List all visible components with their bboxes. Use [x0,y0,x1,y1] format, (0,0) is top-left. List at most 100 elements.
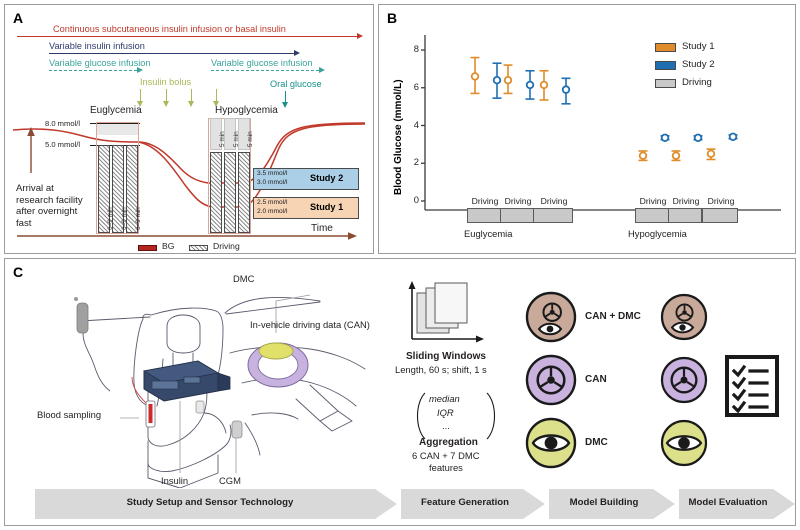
study-2-name: Study 2 [310,173,344,183]
arrow-variable-glucose-2-head [319,66,325,73]
rest-hypo-2-label: 5 min [233,131,240,147]
chart-y-tick-0: 0 [413,194,419,205]
checklist-icon [725,355,779,417]
sliding-windows-icon [408,281,484,343]
driving-bar-label-3: Driving [540,196,568,206]
label-euglycemia-phase: Euglycemia [90,105,142,116]
chart-point-study-1-hypoglycemia-1 [638,150,648,162]
chart-legend-swatch-driving [655,79,676,88]
study-1-upper: 2.5 mmol/l [257,199,288,206]
arrow-continuous-insulin-line [17,36,357,37]
figure-root: A Continuous subcutaneous insulin infusi… [0,0,800,530]
drive-eu-1-label: 6–9 min [107,207,114,230]
y-tick-8: 8.0 mmol/l [45,119,81,128]
label-can: In-vehicle driving data (CAN) [250,319,370,330]
chart-group-label-hypoglycemia: Hypoglycemia [628,228,687,239]
label-aggregation-sub-2: features [429,462,463,473]
chart-legend-swatch-study-1 [655,43,676,52]
panel-a: A Continuous subcutaneous insulin infusi… [4,4,374,254]
eval-icon-can [660,356,708,404]
chart-y-tick-3: 6 [413,80,419,92]
eval-icon-can-dmc [660,293,708,341]
legend-a-bg-label: BG [162,241,175,251]
label-arrival: Arrival at research facility after overn… [16,183,83,229]
panel-b: B Blood Glucose (mmol/L) 0 2 4 6 8 Drivi… [378,4,796,254]
eval-icon-dmc [660,419,708,467]
chart-point-study-1-hypoglycemia-3 [706,148,716,161]
label-agg-iqr: IQR [437,407,454,418]
driving-bar-1 [467,208,501,223]
label-insulin-bolus: Insulin bolus [140,77,192,87]
driving-bar-3 [533,208,573,223]
panel-a-letter: A [13,10,24,26]
rest-hypo-3-label: 5 min [247,131,254,147]
arrow-bolus-2-head [162,101,169,107]
chart-point-study-1-euglycemia-1 [470,56,480,95]
label-variable-glucose-1: Variable glucose infusion [49,58,151,68]
panel-c: C DMC In-vehicle driving data (CAN) Bloo… [4,258,796,526]
ribbon-label-model-building: Model Building [569,497,639,508]
chart-y-tick-4: 8 [413,43,419,54]
label-sliding-windows: Sliding Windows [406,351,486,362]
model-icon-can-dmc [525,291,577,343]
drive-box-hypo-3 [238,152,250,233]
driving-bar-4 [635,208,669,223]
study-2-upper: 3.5 mmol/l [257,170,288,177]
label-agg-ellipsis: ... [442,420,450,431]
legend-a-driving-swatch [189,245,208,251]
driving-bar-label-6: Driving [707,196,735,206]
chart-point-study-1-euglycemia-3 [539,69,549,101]
arrow-bolus-3-head [187,101,194,107]
drive-box-hypo-1 [210,152,222,233]
arrow-variable-glucose-1-line [49,70,137,71]
legend-a-driving-label: Driving [213,241,240,251]
label-agg-median: median [429,393,460,404]
model-icon-dmc [525,417,577,469]
vehicle-illustration [74,294,366,488]
arrow-oral-glucose-head [281,102,288,108]
chart-point-study-2-hypoglycemia-1 [660,133,670,142]
label-insulin: Insulin [161,475,189,486]
label-variable-glucose-2: Variable glucose infusion [211,58,313,68]
legend-a-bg-swatch [138,245,157,251]
driving-bar-5 [668,208,702,223]
driving-bar-2 [500,208,534,223]
label-sliding-windows-sub: Length, 60 s; shift, 1 s [395,364,487,375]
label-blood-sampling: Blood sampling [37,409,102,420]
chart-point-study-1-euglycemia-2 [503,64,513,95]
ribbon-label-feature-generation: Feature Generation [421,497,509,508]
drive-box-hypo-2 [224,152,236,233]
label-hypoglycemia-phase: Hypoglycemia [215,105,278,116]
driving-bar-6 [702,208,738,223]
study-2-lower: 3.0 mmol/l [257,179,288,186]
arrow-continuous-insulin-head [357,32,363,39]
study-1-name: Study 1 [310,202,344,212]
chart-point-study-2-euglycemia-3 [561,77,571,105]
chart-point-study-2-euglycemia-2 [525,69,535,100]
label-aggregation-sub-1: 6 CAN + 7 DMC [412,450,480,461]
arrow-variable-insulin-head [294,49,300,56]
chart-y-tick-1: 2 [413,156,419,168]
ribbon-label-study-setup: Study Setup and Sensor Technology [126,497,294,508]
chart-point-study-2-hypoglycemia-3 [728,132,738,142]
drive-eu-2-label: 6–9 min [121,207,128,230]
chart-legend-label-driving: Driving [682,77,712,88]
chart-point-study-1-hypoglycemia-2 [671,150,681,162]
study-1-lower: 2.0 mmol/l [257,208,288,215]
label-dmc: DMC [233,273,255,284]
rest-hypo-1-label: 5 min [219,131,226,147]
model-label-dmc: DMC [585,437,608,448]
y-tick-5: 5.0 mmol/l [45,140,81,149]
label-continuous-insulin: Continuous subcutaneous insulin infusion… [53,24,286,34]
model-label-can: CAN [585,374,607,385]
label-variable-insulin: Variable insulin infusion [49,41,145,51]
chart-legend-label-study-1: Study 1 [682,41,715,52]
label-cgm: CGM [219,475,241,486]
chart-point-study-2-euglycemia-1 [492,62,502,99]
model-icon-can [525,354,577,406]
chart-y-tick-2: 4 [413,118,419,130]
label-oral-glucose: Oral glucose [270,79,322,89]
label-aggregation: Aggregation [419,437,478,448]
drive-eu-3-label: 6–9 min [135,207,142,230]
chart-legend-label-study-2: Study 2 [682,59,715,70]
